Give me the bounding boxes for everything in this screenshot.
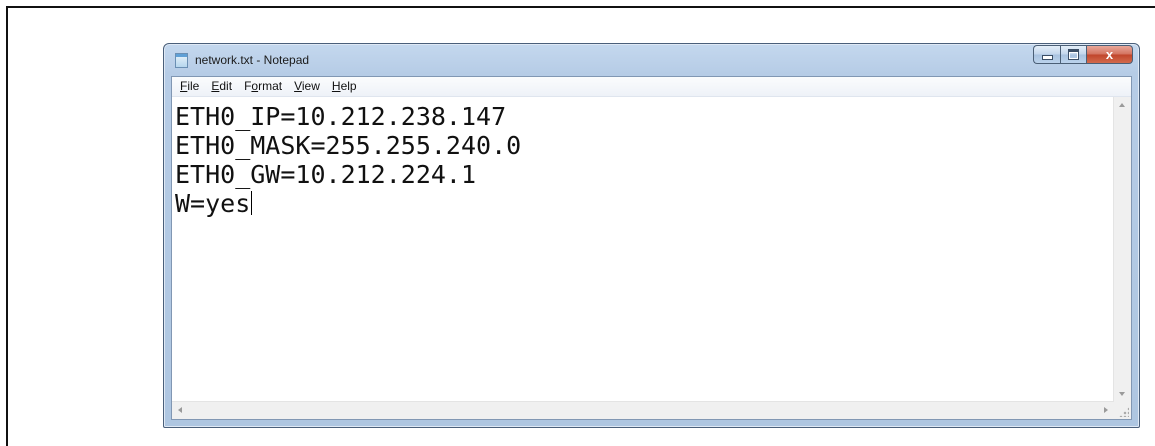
menu-help[interactable]: Help (326, 77, 363, 96)
maximize-button[interactable] (1060, 45, 1087, 64)
text-line: ETH0_GW=10.212.224.1 (175, 160, 477, 189)
vertical-scrollbar[interactable] (1113, 97, 1131, 402)
text-line-last: W=yes (175, 189, 253, 218)
caption-buttons: x (1033, 45, 1133, 65)
menu-edit[interactable]: Edit (205, 77, 238, 96)
text-editor[interactable]: ETH0_IP=10.212.238.147 ETH0_MASK=255.255… (172, 97, 1114, 402)
scroll-left-icon[interactable] (178, 407, 182, 413)
window-title: network.txt - Notepad (195, 53, 310, 67)
close-button[interactable]: x (1087, 45, 1133, 64)
client-area: File Edit Format View Help ETH0_IP=10.21… (171, 76, 1132, 420)
menu-file[interactable]: File (174, 77, 205, 96)
minimize-icon (1041, 55, 1053, 60)
scroll-down-icon[interactable] (1119, 392, 1125, 396)
title-bar[interactable]: network.txt - Notepad x (164, 44, 1139, 76)
text-line: ETH0_MASK=255.255.240.0 (175, 131, 522, 160)
horizontal-scrollbar[interactable] (172, 401, 1114, 419)
notepad-window: network.txt - Notepad x File Edit Format… (163, 43, 1140, 428)
scroll-up-icon[interactable] (1119, 103, 1125, 107)
text-caret (251, 191, 253, 215)
resize-grip-icon (1119, 407, 1129, 417)
scroll-right-icon[interactable] (1104, 407, 1108, 413)
menu-view[interactable]: View (288, 77, 326, 96)
notepad-icon[interactable] (175, 53, 188, 68)
maximize-icon (1068, 49, 1079, 60)
text-line: ETH0_IP=10.212.238.147 (175, 102, 507, 131)
size-grip[interactable] (1114, 402, 1131, 419)
close-icon: x (1105, 47, 1114, 62)
menu-bar: File Edit Format View Help (172, 77, 1131, 97)
minimize-button[interactable] (1033, 45, 1060, 64)
menu-format[interactable]: Format (238, 77, 288, 96)
